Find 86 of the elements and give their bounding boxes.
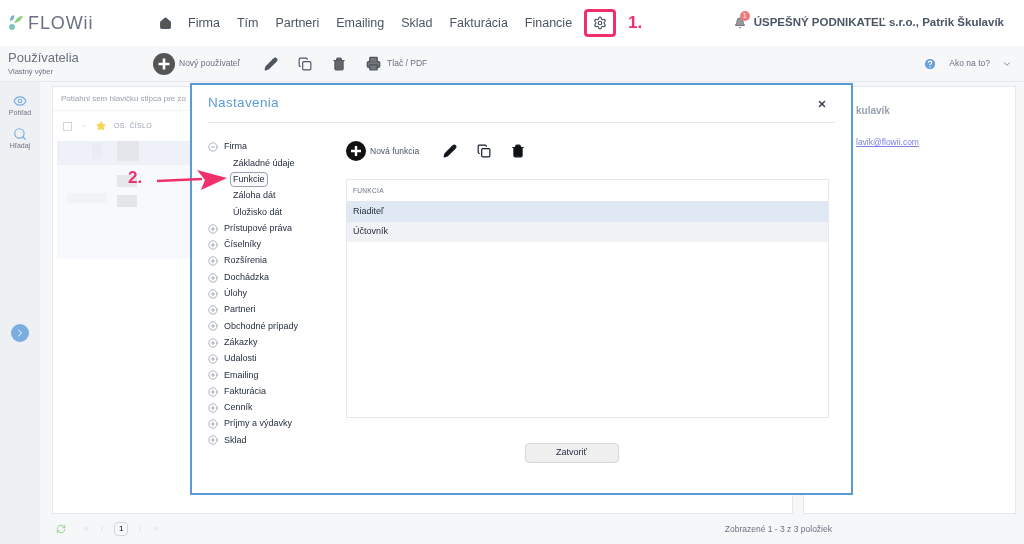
tree-item[interactable]: Prístupové práva [224, 221, 293, 236]
nav-link[interactable]: Firma [188, 13, 220, 33]
first-page-icon[interactable] [82, 525, 90, 533]
table-row[interactable]: Účtovník [347, 222, 828, 242]
user-name: kulavík [856, 104, 891, 118]
nav-link[interactable]: Partneri [275, 13, 320, 33]
printer-icon [366, 56, 382, 71]
last-page-icon[interactable] [152, 525, 161, 533]
tree-item[interactable]: Úložisko dát [230, 204, 286, 221]
close-button[interactable]: Zatvoriť [524, 443, 619, 463]
page-title: Používatelia [8, 49, 80, 66]
copy-icon[interactable] [477, 144, 492, 158]
star-icon[interactable] [96, 121, 106, 131]
tree-item[interactable]: Obchodné prípady [224, 319, 299, 334]
tree-item[interactable]: Cenník [224, 401, 253, 415]
new-user-button[interactable]: Nový používateľ [153, 52, 241, 75]
expand-icon[interactable] [208, 402, 218, 413]
settings-icon [593, 16, 608, 30]
edit-icon[interactable] [264, 56, 279, 71]
expand-icon[interactable] [208, 288, 218, 299]
bell-icon[interactable] [733, 17, 746, 29]
tree-item[interactable]: Udalosti [224, 352, 257, 366]
refresh-icon[interactable] [56, 524, 66, 534]
page-number[interactable]: 1 [114, 522, 129, 536]
tree-item[interactable]: Dochádzka [224, 270, 270, 285]
nav-link[interactable]: Fakturácia [449, 13, 508, 33]
tree-item[interactable]: Príjmy a výdavky [224, 417, 292, 431]
email-link[interactable]: lavik@flowii.com [856, 136, 1015, 149]
settings-button[interactable] [584, 9, 617, 37]
expand-icon[interactable] [208, 223, 218, 234]
help-menu[interactable]: Ako na to? [949, 57, 1012, 70]
expand-icon[interactable] [208, 239, 218, 250]
expand-icon[interactable] [208, 435, 218, 446]
tree-item[interactable]: Partneri [224, 303, 256, 317]
tree-item[interactable]: Emailing [224, 368, 259, 383]
expand-button[interactable] [11, 324, 29, 342]
account-name[interactable]: ÚSPEŠNÝ PODNIKATEĽ s.r.o., Patrik Škulavík [753, 14, 1004, 32]
nav-link[interactable]: Sklad [401, 13, 433, 33]
add-icon [346, 141, 366, 161]
group-hint: Potiahni sem hlavičku stĺpca pre zo [61, 92, 186, 105]
copy-icon[interactable] [298, 56, 313, 71]
help-icon[interactable] [923, 56, 938, 71]
expand-icon[interactable] [208, 321, 218, 332]
new-function-button[interactable]: Nová funkcia [346, 141, 420, 161]
home-icon[interactable] [159, 16, 172, 30]
checkbox[interactable] [63, 121, 72, 131]
tree-item[interactable]: Záloha dát [230, 188, 279, 204]
tree-item[interactable]: Rozšírenia [224, 254, 268, 268]
caret-icon[interactable] [80, 122, 88, 130]
add-icon [153, 52, 175, 75]
nav-link[interactable]: Tím [236, 13, 259, 33]
tree-item[interactable]: Firma [224, 140, 247, 154]
delete-icon[interactable] [332, 56, 347, 71]
expand-icon[interactable] [208, 272, 218, 283]
tree-item[interactable]: Zákazky [224, 335, 258, 350]
close-icon[interactable] [817, 98, 827, 109]
delete-icon[interactable] [511, 144, 526, 158]
arrow-icon [157, 168, 227, 192]
tree-item[interactable]: Číselníky [224, 238, 261, 252]
tree-item[interactable]: Fakturácia [224, 384, 267, 399]
eye-icon[interactable] [13, 94, 27, 108]
nav-link[interactable]: Financie [524, 13, 573, 33]
nav-link[interactable]: Emailing [336, 13, 385, 33]
collapse-icon[interactable] [208, 142, 218, 153]
print-button[interactable]: Tlač / PDF [366, 56, 428, 71]
tree-item[interactable]: Základné údaje [230, 155, 298, 172]
previous-page-icon[interactable] [98, 525, 106, 533]
tree-item[interactable]: Funkcie [230, 172, 268, 188]
tree-item[interactable]: Úlohy [224, 287, 247, 301]
expand-icon[interactable] [208, 386, 218, 397]
expand-icon[interactable] [208, 354, 218, 364]
expand-icon[interactable] [208, 305, 218, 316]
annotation-number: 2. [128, 167, 143, 189]
expand-icon[interactable] [208, 419, 218, 430]
expand-icon[interactable] [208, 256, 218, 267]
logo-text[interactable]: FLOWii [28, 9, 94, 37]
table-row[interactable]: Riaditeľ [347, 202, 828, 222]
expand-icon[interactable] [208, 337, 218, 348]
tree-item[interactable]: Sklad [224, 433, 247, 448]
pager-summary: Zobrazené 1 - 3 z 3 položiek [724, 522, 832, 536]
annotation-number: 1. [628, 12, 643, 35]
edit-icon[interactable] [443, 144, 458, 158]
dialog-title: Nastavenia [208, 94, 279, 113]
expand-icon[interactable] [208, 370, 218, 381]
search-icon[interactable] [13, 126, 27, 141]
logo-icon [8, 14, 24, 32]
